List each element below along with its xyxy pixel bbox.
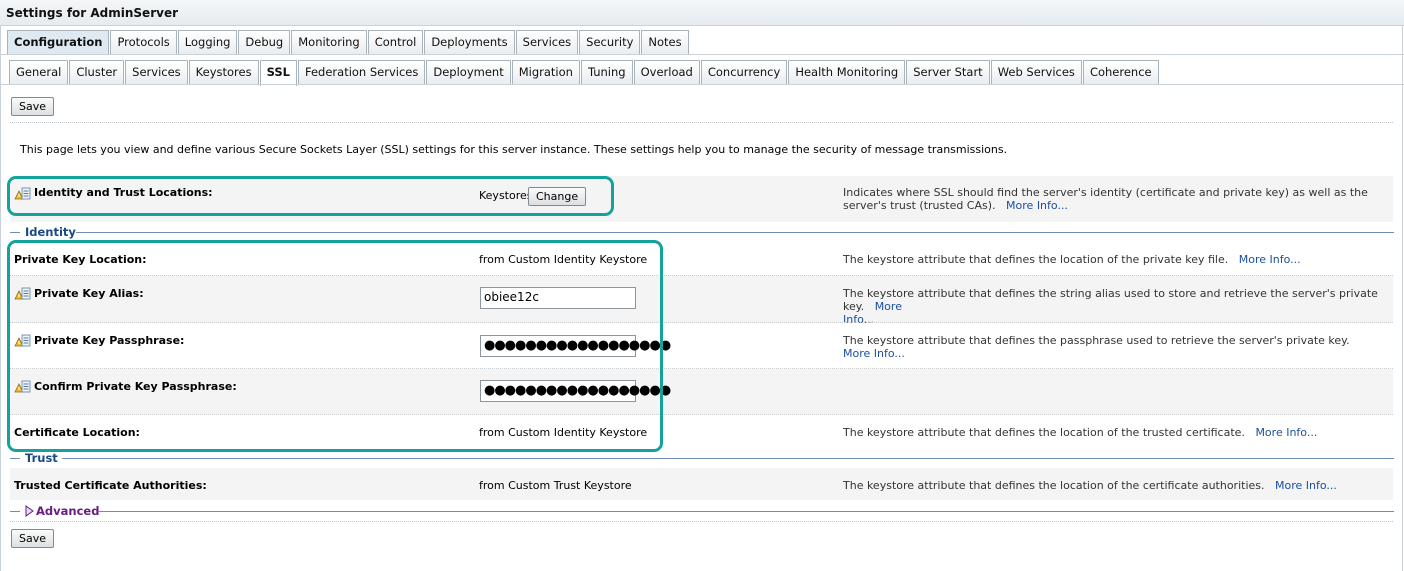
desc-text: The keystore attribute that defines the … [843,253,1229,266]
desc-text: The keystore attribute that defines the … [843,479,1265,492]
more-info-link[interactable]: More Info... [1255,426,1317,439]
subtab-overload[interactable]: Overload [633,60,700,84]
tab-debug[interactable]: Debug [238,30,291,54]
tab-services[interactable]: Services [515,30,579,54]
tab-monitoring[interactable]: Monitoring [291,30,367,54]
desc-text: The keystore attribute that defines the … [843,287,1378,313]
save-button-top[interactable]: Save [11,97,55,116]
private-key-passphrase-label: Private Key Passphrase: [34,334,185,347]
subtabs-divider [0,84,1404,85]
identity-trust-desc-text: Indicates where SSL should find the serv… [843,186,1368,212]
identity-section-title: Identity [25,225,76,239]
desc-text: The keystore attribute that defines the … [843,426,1245,439]
subtab-federation-services[interactable]: Federation Services [297,60,426,84]
subtab-general[interactable]: General [9,60,69,84]
confirm-passphrase-input[interactable]: ●●●●●●●●●●●●●●●●●● [480,380,671,402]
subtab-keystores[interactable]: Keystores [188,60,259,84]
confirm-passphrase-label: Confirm Private Key Passphrase: [34,380,237,393]
subtab-tuning[interactable]: Tuning [580,60,633,84]
private-key-passphrase-row: Private Key Passphrase: ●●●●●●●●●●●●●●●●… [10,323,1393,369]
trusted-cas-value: from Custom Trust Keystore [479,479,632,492]
change-button[interactable]: Change [528,187,587,206]
subtab-web-services[interactable]: Web Services [990,60,1082,84]
private-key-location-row: Private Key Location: from Custom Identi… [10,245,1393,276]
desc-text: The keystore attribute that defines the … [843,334,1350,347]
section-line [10,458,20,459]
policy-key-icon [14,334,31,347]
page-title: Settings for AdminServer [0,0,1404,26]
save-button-bottom[interactable]: Save [11,529,55,548]
tab-security[interactable]: Security [579,30,641,54]
identity-trust-label: Identity and Trust Locations: [34,186,213,199]
private-key-location-label: Private Key Location: [14,253,147,266]
intro-text: This page lets you view and define vario… [20,143,1008,156]
tab-protocols[interactable]: Protocols [110,30,177,54]
more-info-link[interactable]: More Info... [1006,199,1068,212]
more-info-link[interactable]: More Info... [1239,253,1301,266]
private-key-location-desc: The keystore attribute that defines the … [843,253,1383,266]
certificate-location-value: from Custom Identity Keystore [479,426,648,439]
certificate-location-desc: The keystore attribute that defines the … [843,426,1383,439]
subtab-migration[interactable]: Migration [511,60,580,84]
private-key-alias-label: Private Key Alias: [34,287,144,300]
tab-notes[interactable]: Notes [641,30,689,54]
subtab-cluster[interactable]: Cluster [69,60,125,84]
trusted-cas-desc: The keystore attribute that defines the … [843,479,1383,492]
advanced-section-header[interactable]: Advanced [10,504,1394,518]
subtab-coherence[interactable]: Coherence [1082,60,1159,84]
trust-section-header: Trust [10,451,1394,465]
trusted-cas-row: Trusted Certificate Authorities: from Cu… [10,468,1393,500]
subtab-concurrency[interactable]: Concurrency [700,60,788,84]
certificate-location-row: Certificate Location: from Custom Identi… [10,415,1393,448]
section-line [10,511,20,512]
certificate-location-label: Certificate Location: [14,426,140,439]
identity-trust-value: Keystores [479,189,533,202]
tab-logging[interactable]: Logging [177,30,238,54]
tab-control[interactable]: Control [367,30,424,54]
trusted-cas-label: Trusted Certificate Authorities: [14,479,207,492]
private-key-passphrase-input[interactable]: ●●●●●●●●●●●●●●●●●● [480,335,671,357]
policy-key-icon [14,187,31,200]
tabs-divider [0,54,1404,55]
policy-key-icon [14,287,31,300]
expand-arrow-icon[interactable] [24,505,34,517]
section-line [98,511,1394,512]
identity-trust-desc: Indicates where SSL should find the serv… [843,186,1383,212]
more-info-link[interactable]: More Info... [843,347,905,360]
divider [10,122,1393,123]
confirm-passphrase-row: Confirm Private Key Passphrase: ●●●●●●●●… [10,369,1393,415]
more-info-link[interactable]: More [875,300,902,313]
subtab-server-start[interactable]: Server Start [906,60,990,84]
private-key-alias-row: Private Key Alias: obiee12c The keystore… [10,276,1393,326]
section-line [62,458,1394,459]
private-key-alias-input[interactable]: obiee12c [480,287,636,309]
section-line [76,232,1394,233]
subtab-deployment[interactable]: Deployment [426,60,511,84]
identity-section-header: Identity [10,225,1394,239]
policy-key-icon [14,380,31,393]
advanced-section-title[interactable]: Advanced [36,504,99,518]
subtab-health-monitoring[interactable]: Health Monitoring [788,60,906,84]
more-info-link[interactable]: More Info... [1275,479,1337,492]
tab-deployments[interactable]: Deployments [424,30,515,54]
subtab-ssl[interactable]: SSL [259,60,297,86]
subtab-services[interactable]: Services [125,60,188,84]
identity-trust-row: Identity and Trust Locations: Keystores … [10,176,1393,222]
section-line [10,232,20,233]
divider [10,521,1393,522]
tab-configuration[interactable]: Configuration [7,30,110,54]
private-key-location-value: from Custom Identity Keystore [479,253,648,266]
private-key-alias-desc: The keystore attribute that defines the … [843,287,1383,326]
primary-tabs: Configuration Protocols Logging Debug Mo… [7,30,689,54]
trust-section-title: Trust [25,451,58,465]
private-key-passphrase-desc: The keystore attribute that defines the … [843,334,1383,360]
secondary-tabs: General Cluster Services Keystores SSL F… [9,60,1159,86]
